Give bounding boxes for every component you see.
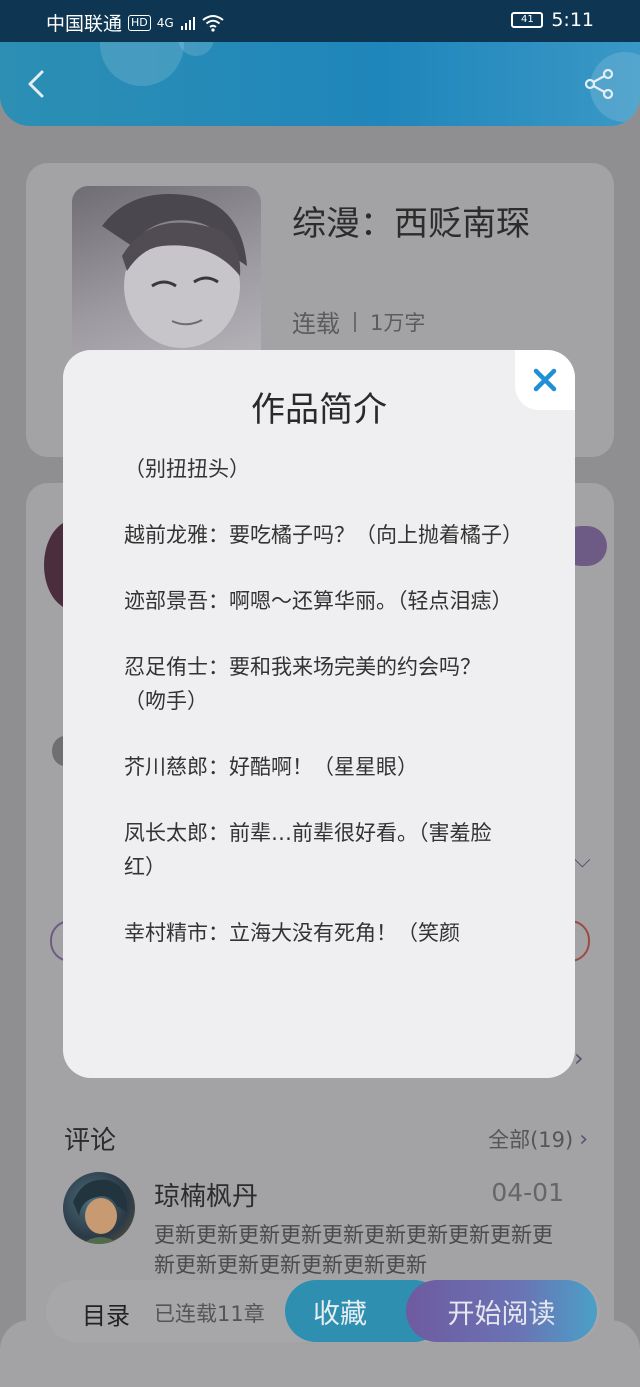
share-icon xyxy=(584,68,614,100)
synopsis-paragraph: 凤长太郎：前辈…前辈很好看。（害羞脸红） xyxy=(124,821,492,879)
synopsis-paragraph: 幸村精市：立海大没有死角！（笑颜 xyxy=(124,921,460,945)
book-title: 综漫：西贬南琛 xyxy=(292,204,530,244)
comment-username: 琼楠枫丹 xyxy=(154,1182,259,1212)
decor-bubble xyxy=(178,42,214,56)
cover-illustration xyxy=(102,194,247,348)
start-reading-button[interactable]: 开始阅读 xyxy=(406,1280,597,1342)
hd-badge: HD xyxy=(128,14,151,31)
close-icon xyxy=(533,368,557,392)
back-icon xyxy=(28,70,44,98)
wifi-icon xyxy=(202,14,224,32)
synopsis-paragraph: 忍足侑士：要和我来场完美的约会吗？（吻手） xyxy=(124,655,481,713)
share-button[interactable] xyxy=(582,66,618,102)
comments-all-label: 全部(19) xyxy=(488,1128,574,1152)
meta-divider xyxy=(354,311,356,332)
avatar-illustration xyxy=(73,1179,128,1244)
status-left: 中国联通 HD 4G xyxy=(46,9,224,36)
comment-avatar[interactable] xyxy=(63,1172,135,1244)
chevron-right-icon: › xyxy=(579,1126,588,1152)
comments-all-link[interactable]: 全部(19) › xyxy=(488,1124,588,1154)
header-bar xyxy=(0,42,640,126)
modal-title: 作品简介 xyxy=(251,390,387,430)
status-bar: 中国联通 HD 4G 41 5:11 xyxy=(0,0,640,42)
synopsis-paragraph: 越前龙雅：要吃橘子吗？（向上抛着橘子） xyxy=(124,523,514,547)
synopsis-paragraph: 芥川慈郎：好酷啊！（星星眼） xyxy=(124,755,418,779)
signal-icon xyxy=(180,16,195,30)
synopsis-paragraph: 迹部景吾：啊嗯～还算华丽。（轻点泪痣） xyxy=(124,589,513,613)
comment-text: 更新更新更新更新更新更新更新更新更新更新更新更新更新更新更新更新 xyxy=(154,1223,553,1277)
comment-date: 04-01 xyxy=(491,1178,564,1207)
decor-bubble xyxy=(100,42,184,86)
close-button[interactable] xyxy=(515,350,575,410)
book-status: 连载 xyxy=(292,310,340,338)
synopsis-paragraph: （别扭扭头） xyxy=(124,457,250,481)
serial-count: 已连载11章 xyxy=(154,1302,265,1326)
synopsis-text: （别扭扭头） 越前龙雅：要吃橘子吗？（向上抛着橘子） 迹部景吾：啊嗯～还算华丽。… xyxy=(124,452,514,1052)
status-right: 41 5:11 xyxy=(511,9,594,31)
start-reading-label: 开始阅读 xyxy=(447,1298,556,1330)
toc-button[interactable]: 目录 xyxy=(82,1296,130,1331)
comments-heading: 评论 xyxy=(64,1126,117,1156)
favorite-label: 收藏 xyxy=(313,1298,367,1330)
network-label: 4G xyxy=(156,15,174,30)
chevron-right-icon[interactable]: › xyxy=(574,1044,584,1072)
back-button[interactable] xyxy=(18,66,54,102)
book-cover-image[interactable] xyxy=(72,186,261,366)
clock: 5:11 xyxy=(551,9,594,31)
chevron-down-icon[interactable]: ⌵ xyxy=(574,848,591,873)
carrier-label: 中国联通 xyxy=(46,13,123,35)
battery-icon: 41 xyxy=(511,12,544,28)
book-meta: 连载 1万字 xyxy=(292,304,425,339)
word-count: 1万字 xyxy=(370,310,426,335)
